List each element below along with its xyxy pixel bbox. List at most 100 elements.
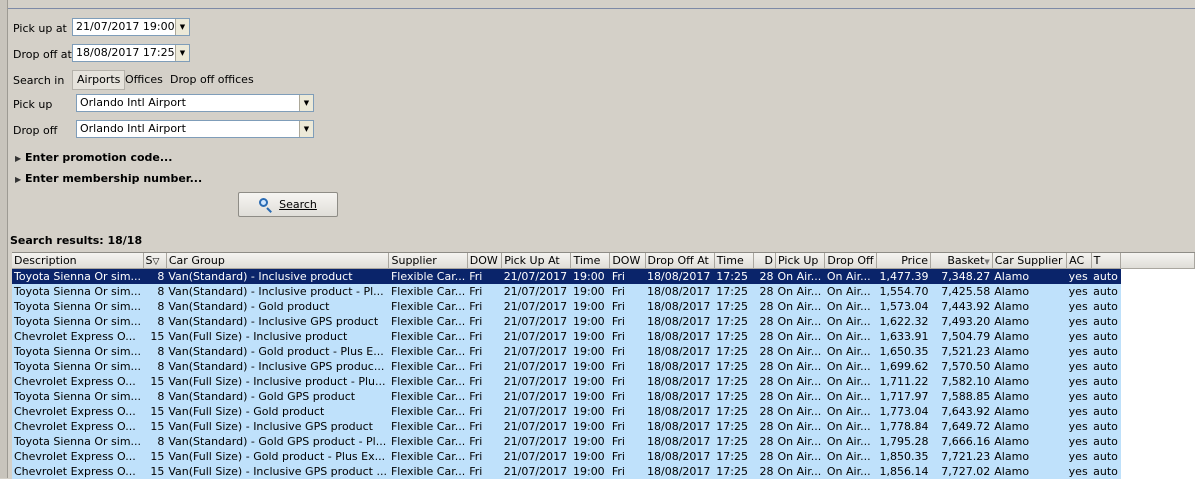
table-row[interactable]: Chevrolet Express O...15Van(Full Size) -… bbox=[12, 419, 1195, 434]
col-header-days[interactable]: D bbox=[753, 253, 775, 269]
sort-desc-icon: ▼ bbox=[984, 258, 989, 266]
dropoff-location-select[interactable]: Orlando Intl Airport ▼ bbox=[76, 120, 314, 138]
col-header-transmission[interactable]: T bbox=[1091, 253, 1121, 269]
table-cell: On Air... bbox=[776, 284, 825, 299]
table-cell: 7,588.85 bbox=[931, 389, 993, 404]
col-header-pickup[interactable]: Pick Up bbox=[776, 253, 825, 269]
chevron-down-icon[interactable]: ▼ bbox=[299, 121, 313, 137]
table-cell: 21/07/2017 bbox=[502, 314, 571, 329]
table-row[interactable]: Toyota Sienna Or sim...8Van(Standard) - … bbox=[12, 359, 1195, 374]
table-cell: 17:25 bbox=[714, 404, 753, 419]
table-cell: Toyota Sienna Or sim... bbox=[12, 434, 143, 449]
table-cell: 21/07/2017 bbox=[502, 284, 571, 299]
chevron-down-icon[interactable]: ▼ bbox=[175, 45, 189, 61]
table-cell: 19:00 bbox=[571, 299, 610, 314]
table-row[interactable]: Chevrolet Express O...15Van(Full Size) -… bbox=[12, 374, 1195, 389]
col-header-dropoff-dow[interactable]: DOW bbox=[610, 253, 645, 269]
col-header-pickup-dow[interactable]: DOW bbox=[467, 253, 501, 269]
col-header-supplier[interactable]: Supplier bbox=[389, 253, 467, 269]
table-cell: Van(Full Size) - Inclusive GPS product .… bbox=[166, 464, 389, 479]
table-cell: Fri bbox=[467, 269, 501, 285]
col-header-car-supplier[interactable]: Car Supplier bbox=[992, 253, 1066, 269]
table-cell: 21/07/2017 bbox=[502, 434, 571, 449]
table-filler-cell bbox=[1121, 374, 1195, 389]
table-row[interactable]: Chevrolet Express O...15Van(Full Size) -… bbox=[12, 464, 1195, 479]
col-header-price[interactable]: Price bbox=[876, 253, 930, 269]
col-header-dropoff-time[interactable]: Time bbox=[714, 253, 753, 269]
table-cell: Alamo bbox=[992, 389, 1066, 404]
col-header-description[interactable]: Description bbox=[12, 253, 143, 269]
table-cell: 18/08/2017 bbox=[645, 389, 714, 404]
pickup-at-datetime-field[interactable]: 21/07/2017 19:00 ▼ bbox=[72, 18, 190, 36]
table-cell: yes bbox=[1067, 344, 1091, 359]
search-in-offices-tab[interactable]: Offices bbox=[121, 70, 167, 90]
table-cell: 17:25 bbox=[714, 299, 753, 314]
table-cell: yes bbox=[1067, 464, 1091, 479]
search-button[interactable]: Search bbox=[238, 192, 338, 217]
search-in-dropoff-offices-tab[interactable]: Drop off offices bbox=[166, 70, 258, 90]
table-cell: Van(Standard) - Gold GPS product bbox=[166, 389, 389, 404]
col-header-basket[interactable]: Basket▼ bbox=[931, 253, 993, 269]
table-cell: Chevrolet Express O... bbox=[12, 449, 143, 464]
table-cell: 21/07/2017 bbox=[502, 344, 571, 359]
col-header-car-group[interactable]: Car Group bbox=[166, 253, 389, 269]
table-cell: Flexible Car... bbox=[389, 389, 467, 404]
filter-icon[interactable]: ▽ bbox=[153, 257, 160, 267]
pickup-location-select[interactable]: Orlando Intl Airport ▼ bbox=[76, 94, 314, 112]
dropoff-at-value: 18/08/2017 17:25 bbox=[76, 46, 175, 59]
table-cell: Fri bbox=[467, 314, 501, 329]
table-cell: On Air... bbox=[776, 344, 825, 359]
table-cell: 19:00 bbox=[571, 269, 610, 285]
table-cell: auto bbox=[1091, 299, 1121, 314]
chevron-right-icon: ▶ bbox=[15, 154, 25, 163]
table-cell: Van(Full Size) - Gold product - Plus Ex.… bbox=[166, 449, 389, 464]
table-cell: 8 bbox=[143, 389, 166, 404]
table-row[interactable]: Toyota Sienna Or sim...8Van(Standard) - … bbox=[12, 389, 1195, 404]
table-cell: Van(Standard) - Inclusive GPS produc... bbox=[166, 359, 389, 374]
table-cell: On Air... bbox=[776, 314, 825, 329]
chevron-down-icon[interactable]: ▼ bbox=[175, 19, 189, 35]
table-cell: yes bbox=[1067, 419, 1091, 434]
table-cell: Van(Full Size) - Inclusive product bbox=[166, 329, 389, 344]
dropoff-at-datetime-field[interactable]: 18/08/2017 17:25 ▼ bbox=[72, 44, 190, 62]
table-cell: yes bbox=[1067, 404, 1091, 419]
membership-number-expander[interactable]: ▶Enter membership number... bbox=[15, 172, 202, 185]
table-cell: Flexible Car... bbox=[389, 269, 467, 285]
table-cell: 17:25 bbox=[714, 269, 753, 285]
table-cell: 28 bbox=[753, 344, 775, 359]
table-cell: 8 bbox=[143, 269, 166, 285]
col-header-pickup-time[interactable]: Time bbox=[571, 253, 610, 269]
results-grid[interactable]: Description S▽ Car Group Supplier DOW Pi… bbox=[12, 252, 1195, 479]
table-row[interactable]: Toyota Sienna Or sim...8Van(Standard) - … bbox=[12, 299, 1195, 314]
table-row[interactable]: Toyota Sienna Or sim...8Van(Standard) - … bbox=[12, 434, 1195, 449]
table-cell: 19:00 bbox=[571, 314, 610, 329]
table-row[interactable]: Toyota Sienna Or sim...8Van(Standard) - … bbox=[12, 314, 1195, 329]
table-cell: 19:00 bbox=[571, 464, 610, 479]
table-cell: 1,622.32 bbox=[876, 314, 930, 329]
table-cell: Toyota Sienna Or sim... bbox=[12, 284, 143, 299]
table-row[interactable]: Chevrolet Express O...15Van(Full Size) -… bbox=[12, 449, 1195, 464]
membership-number-label: Enter membership number... bbox=[25, 172, 202, 185]
table-row[interactable]: Toyota Sienna Or sim...8Van(Standard) - … bbox=[12, 284, 1195, 299]
table-cell: On Air... bbox=[825, 284, 876, 299]
table-row[interactable]: Chevrolet Express O...15Van(Full Size) -… bbox=[12, 329, 1195, 344]
table-row[interactable]: Toyota Sienna Or sim...8Van(Standard) - … bbox=[12, 344, 1195, 359]
table-cell: Van(Standard) - Inclusive GPS product bbox=[166, 314, 389, 329]
col-header-pickup-at[interactable]: Pick Up At bbox=[502, 253, 571, 269]
col-header-ac[interactable]: AC bbox=[1067, 253, 1091, 269]
col-header-dropoff-at[interactable]: Drop Off At bbox=[645, 253, 714, 269]
search-results-count: Search results: 18/18 bbox=[10, 234, 142, 247]
table-cell: 1,717.97 bbox=[876, 389, 930, 404]
table-row[interactable]: Chevrolet Express O...15Van(Full Size) -… bbox=[12, 404, 1195, 419]
col-header-seats[interactable]: S▽ bbox=[143, 253, 166, 269]
search-in-airports-tab[interactable]: Airports bbox=[72, 70, 125, 90]
table-cell: 1,773.04 bbox=[876, 404, 930, 419]
table-cell: auto bbox=[1091, 404, 1121, 419]
table-cell: 1,711.22 bbox=[876, 374, 930, 389]
table-row[interactable]: Toyota Sienna Or sim...8Van(Standard) - … bbox=[12, 269, 1195, 285]
chevron-down-icon[interactable]: ▼ bbox=[299, 95, 313, 111]
col-header-dropoff[interactable]: Drop Off bbox=[825, 253, 876, 269]
table-filler-cell bbox=[1121, 269, 1195, 285]
promotion-code-expander[interactable]: ▶Enter promotion code... bbox=[15, 151, 172, 164]
table-cell: auto bbox=[1091, 464, 1121, 479]
